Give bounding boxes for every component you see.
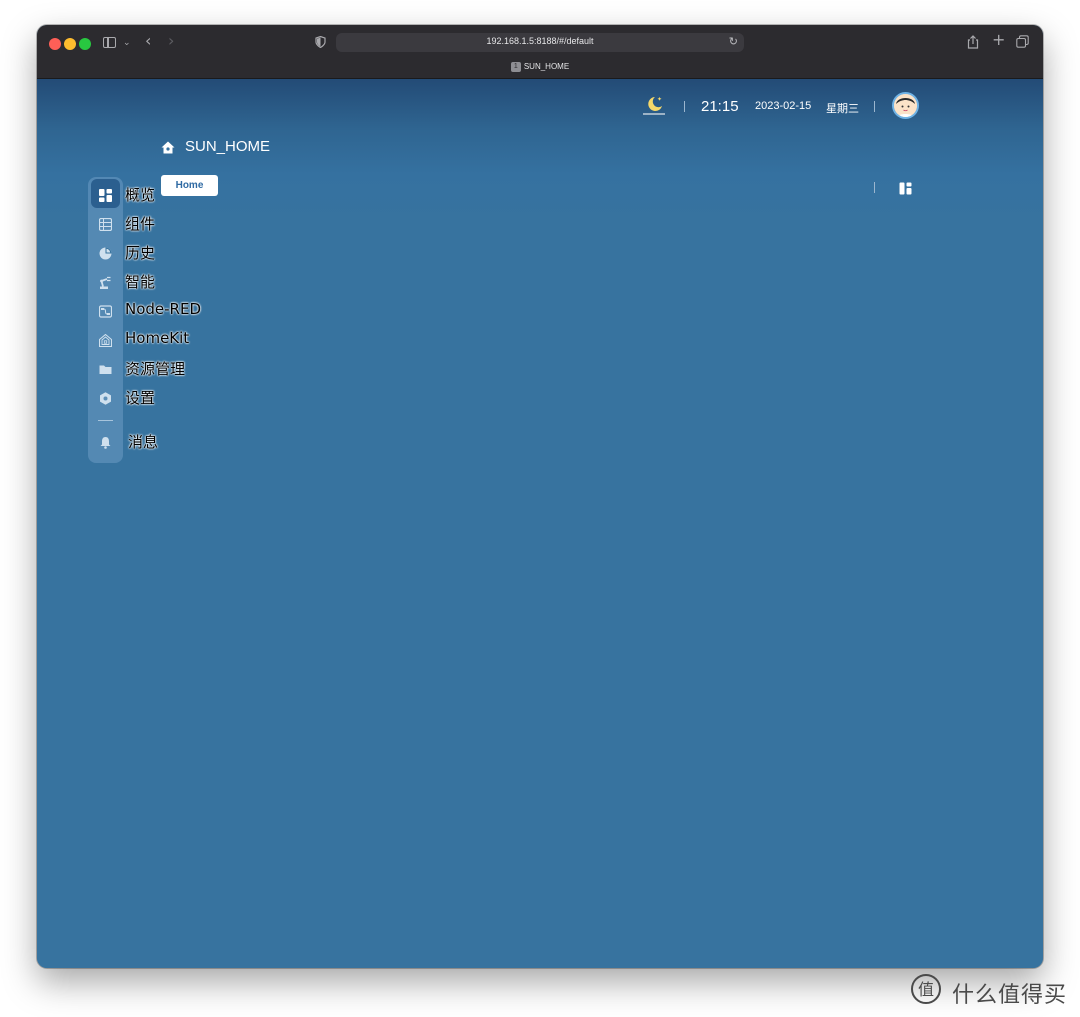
url-text[interactable]: 192.168.1.5:8188/#/default [336,36,744,46]
sidebar-item-overview[interactable]: 概览 [88,179,155,208]
address-bar[interactable]: 192.168.1.5:8188/#/default ↻ [336,33,744,52]
bell-icon [99,434,112,449]
sidebar-item-label: Node-RED [125,300,202,318]
home-icon [161,139,175,158]
cog-icon [99,390,112,405]
clock-date: 2023-02-15 [755,100,812,112]
chevron-down-icon[interactable]: ⌄ [123,36,131,50]
homekit-icon [98,332,113,348]
tab-overview-icon[interactable] [1016,35,1029,52]
sidebar-item-label: 历史 [125,244,156,262]
sidebar-item-label: 设置 [125,389,156,407]
forward-icon[interactable]: › [168,33,174,49]
sidebar-item-label: 组件 [125,215,156,233]
zoom-window-button[interactable] [79,38,91,50]
tab-home[interactable]: Home [161,175,218,196]
sitemap-icon [98,303,113,318]
folder-icon [99,361,112,374]
sidebar-item-automation[interactable]: 智能 [88,266,155,295]
tab-title: SUN_HOME [523,62,570,72]
sidebar-item-settings[interactable]: 设置 [88,382,155,411]
header-divider [684,101,685,112]
browser-toolbar: ⌄ ‹ › 192.168.1.5:8188/#/default ↻ + 1 SU… [37,25,1043,79]
sidebar-divider [98,420,113,421]
privacy-shield-icon[interactable] [315,35,326,52]
back-icon[interactable]: ‹ [145,33,151,49]
user-avatar[interactable] [892,92,919,119]
clock-time: 21:15 [701,98,739,115]
sidebar-item-label: 消息 [128,433,159,451]
robot-arm-icon [99,274,112,289]
browser-tab[interactable]: 1 SUN_HOME [37,62,1043,72]
sidebar-item-resources[interactable]: 资源管理 [88,353,185,382]
tab-favicon: 1 [510,62,521,72]
watermark-logo: 值 [910,973,942,1009]
moon-night-icon[interactable]: ✦ [642,93,666,121]
header-divider [874,101,875,112]
reload-icon[interactable]: ↻ [729,35,738,48]
sidebar-item-components[interactable]: 组件 [88,208,155,237]
minimize-window-button[interactable] [64,38,76,50]
close-window-button[interactable] [49,38,61,50]
sidebar-item-node-red[interactable]: Node-RED [88,295,201,324]
sidebar-item-homekit[interactable]: HomeKit [88,324,189,353]
clock-weekday: 星期三 [826,102,859,115]
sidebar-item-label: 概览 [125,186,156,204]
sidebar-item-label: 智能 [125,273,156,291]
dashboard-content: ✦ 21:15 2023-02-15 星期三 SUN_HOME Home 概览 … [37,79,1043,968]
svg-text:✦: ✦ [657,96,662,103]
dashboard-grid-icon [99,187,112,202]
toolbar-divider [874,182,875,193]
watermark-text: 什么值得买 [952,983,1068,1008]
edit-layout-icon[interactable] [899,180,912,199]
sidebar-toggle-icon[interactable] [103,37,116,48]
sidebar-item-label: 资源管理 [125,360,186,378]
browser-window: ⌄ ‹ › 192.168.1.5:8188/#/default ↻ + 1 SU… [37,25,1043,968]
share-icon[interactable] [967,35,979,53]
table-icon [98,216,113,232]
watermark-logo-char: 值 [918,980,934,999]
sidebar-item-label: HomeKit [125,329,190,347]
chart-pie-icon [99,245,112,260]
page-title: SUN_HOME [185,138,271,155]
sidebar: 概览 组件 历史 智能 Node-RED HomeKit 资源管理 设置 消息 [88,177,201,463]
new-tab-icon[interactable]: + [992,32,1005,48]
sidebar-item-history[interactable]: 历史 [88,237,155,266]
sidebar-item-notifications[interactable]: 消息 [88,426,158,455]
